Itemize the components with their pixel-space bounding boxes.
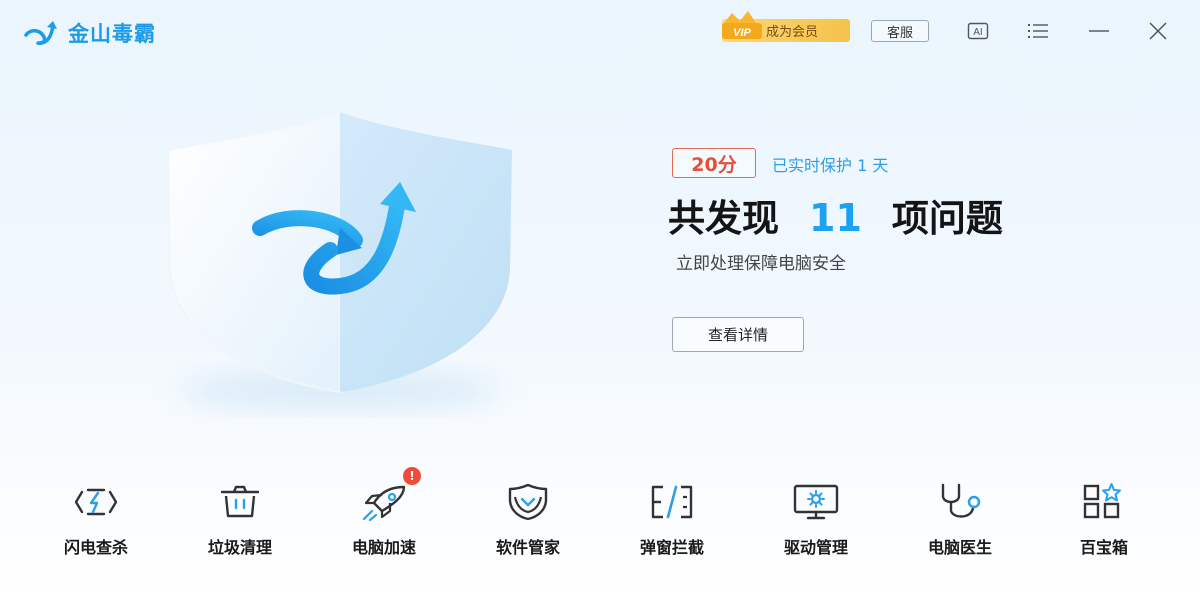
tool-label: 垃圾清理	[207, 538, 272, 557]
lightning-scan-icon	[72, 482, 120, 522]
minimize-icon	[1089, 30, 1109, 32]
svg-text:AI: AI	[973, 27, 982, 38]
trash-bin-icon	[216, 482, 264, 522]
become-member-button[interactable]: VIP 成为会员	[722, 11, 850, 42]
popup-block-icon	[648, 482, 696, 522]
tool-label: 百宝箱	[1079, 538, 1128, 557]
svg-text:VIP: VIP	[733, 27, 751, 39]
close-icon	[1149, 22, 1167, 40]
minimize-button[interactable]	[1087, 20, 1111, 42]
tool-label: 软件管家	[495, 538, 560, 557]
headline-subtitle: 立即处理保障电脑安全	[676, 254, 846, 274]
duba-logo-icon	[24, 21, 57, 45]
main-menu-button[interactable]	[1026, 20, 1050, 42]
issue-count: 11	[809, 196, 862, 240]
vip-label: 成为会员	[766, 25, 819, 40]
customer-service-button[interactable]: 客服	[871, 20, 929, 42]
app-logo: 金山毒霸	[22, 18, 156, 48]
security-score-badge: 20分	[672, 148, 756, 178]
tool-junk-clean[interactable]: 垃圾清理	[180, 470, 300, 570]
tool-toolbox[interactable]: 百宝箱	[1044, 470, 1164, 570]
tool-driver-manager[interactable]: 驱动管理	[756, 470, 876, 570]
headline-prefix: 共发现	[668, 197, 779, 240]
close-button[interactable]	[1146, 20, 1170, 42]
tool-label: 电脑加速	[351, 538, 416, 557]
view-details-button[interactable]: 查看详情	[672, 317, 804, 352]
ai-assistant-button[interactable]: AI	[966, 20, 990, 42]
title-bar: 金山毒霸 VIP 成为会员 客服 AI	[0, 0, 1200, 64]
tool-label: 弹窗拦截	[639, 538, 704, 557]
vip-crown-icon: VIP	[722, 11, 762, 39]
toolbox-grid-icon	[1080, 482, 1128, 522]
protection-status: 已实时保护 1 天	[772, 156, 889, 175]
tool-label: 电脑医生	[927, 538, 992, 557]
tool-pc-doctor[interactable]: 电脑医生	[900, 470, 1020, 570]
tool-label: 闪电查杀	[63, 538, 128, 557]
stethoscope-icon	[936, 482, 984, 522]
software-shield-icon	[504, 482, 552, 522]
menu-lines-icon	[1028, 24, 1048, 38]
rocket-icon	[360, 482, 408, 522]
tool-label: 驱动管理	[783, 538, 848, 557]
tool-lightning-scan[interactable]: 闪电查杀	[36, 470, 156, 570]
speedup-alert-badge: !	[403, 467, 421, 485]
driver-monitor-icon	[792, 482, 840, 522]
tool-pc-speedup[interactable]: ! 电脑加速	[324, 467, 444, 570]
tool-popup-block[interactable]: 弹窗拦截	[612, 470, 732, 570]
ai-icon: AI	[967, 22, 989, 40]
headline-suffix: 项问题	[891, 197, 1003, 240]
app-title: 金山毒霸	[68, 22, 156, 46]
protection-shield-icon	[166, 110, 512, 410]
tool-bar: 闪电查杀 垃圾清理 ! 电脑加速 软件管家 弹窗拦截 驱动管理 电脑医生 百宝箱	[0, 467, 1200, 580]
issue-headline: 共发现 11 项问题	[668, 188, 1003, 242]
tool-software-manager[interactable]: 软件管家	[468, 470, 588, 570]
